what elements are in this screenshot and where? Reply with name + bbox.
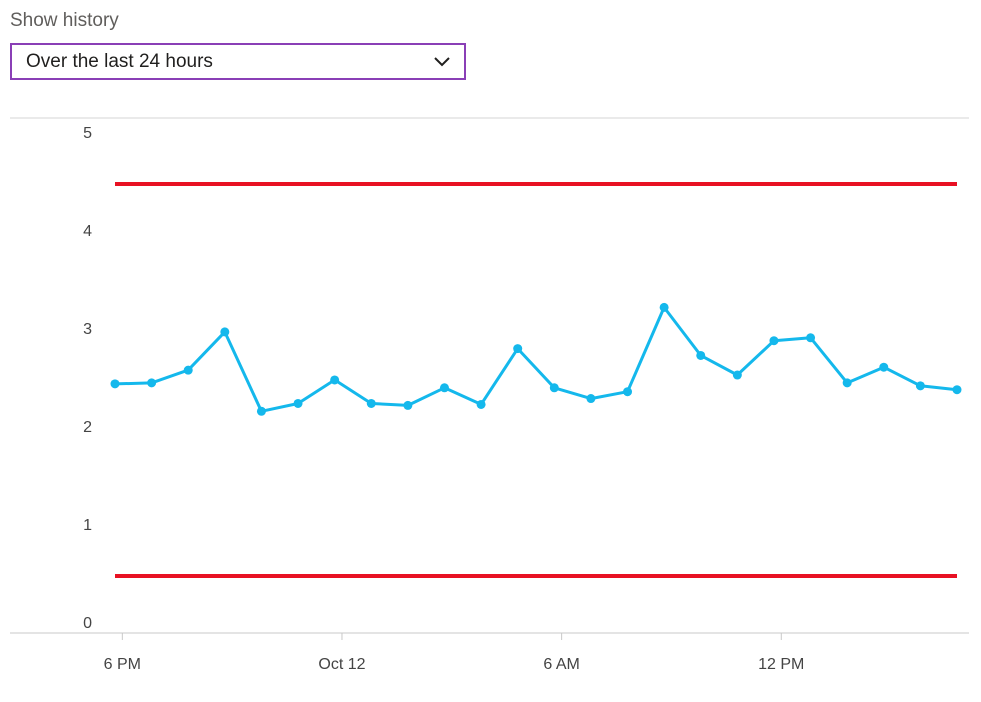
x-tick-label: 6 AM <box>543 656 579 673</box>
y-tick-label: 2 <box>83 419 92 436</box>
series-line <box>114 305 958 413</box>
data-point[interactable] <box>293 398 303 408</box>
data-point[interactable] <box>623 387 633 397</box>
data-point[interactable] <box>110 379 120 389</box>
data-point[interactable] <box>403 400 413 410</box>
data-point[interactable] <box>879 362 889 372</box>
data-series <box>110 302 962 416</box>
data-point[interactable] <box>513 344 523 354</box>
y-axis: 0 1 2 3 4 5 <box>83 125 92 632</box>
threshold-lines <box>115 181 957 578</box>
data-point[interactable] <box>659 302 669 312</box>
data-point[interactable] <box>366 398 376 408</box>
data-point[interactable] <box>476 399 486 409</box>
data-point[interactable] <box>256 406 266 416</box>
x-tick-label: 12 PM <box>758 656 804 673</box>
y-tick-label: 3 <box>83 321 92 338</box>
data-point[interactable] <box>952 385 962 395</box>
data-point[interactable] <box>183 365 193 375</box>
y-tick-label: 4 <box>83 223 92 240</box>
data-point[interactable] <box>439 383 449 393</box>
y-tick-label: 1 <box>83 517 92 534</box>
data-point[interactable] <box>696 350 706 360</box>
data-point[interactable] <box>732 370 742 380</box>
y-tick-label: 0 <box>83 615 92 632</box>
data-point[interactable] <box>915 381 925 391</box>
data-point[interactable] <box>147 378 157 388</box>
x-axis: 6 PM Oct 12 6 AM 12 PM <box>104 633 804 673</box>
y-tick-label: 5 <box>83 125 92 142</box>
data-point[interactable] <box>806 333 816 343</box>
x-tick-label: 6 PM <box>104 656 141 673</box>
data-point[interactable] <box>330 375 340 385</box>
data-point[interactable] <box>769 336 779 346</box>
data-point[interactable] <box>549 383 559 393</box>
x-tick-label: Oct 12 <box>318 656 365 673</box>
data-point[interactable] <box>586 394 596 404</box>
data-point[interactable] <box>220 327 230 337</box>
data-point[interactable] <box>842 378 852 388</box>
history-line-chart: 0 1 2 3 4 5 6 PM Oct 12 6 AM 12 PM <box>10 117 969 673</box>
